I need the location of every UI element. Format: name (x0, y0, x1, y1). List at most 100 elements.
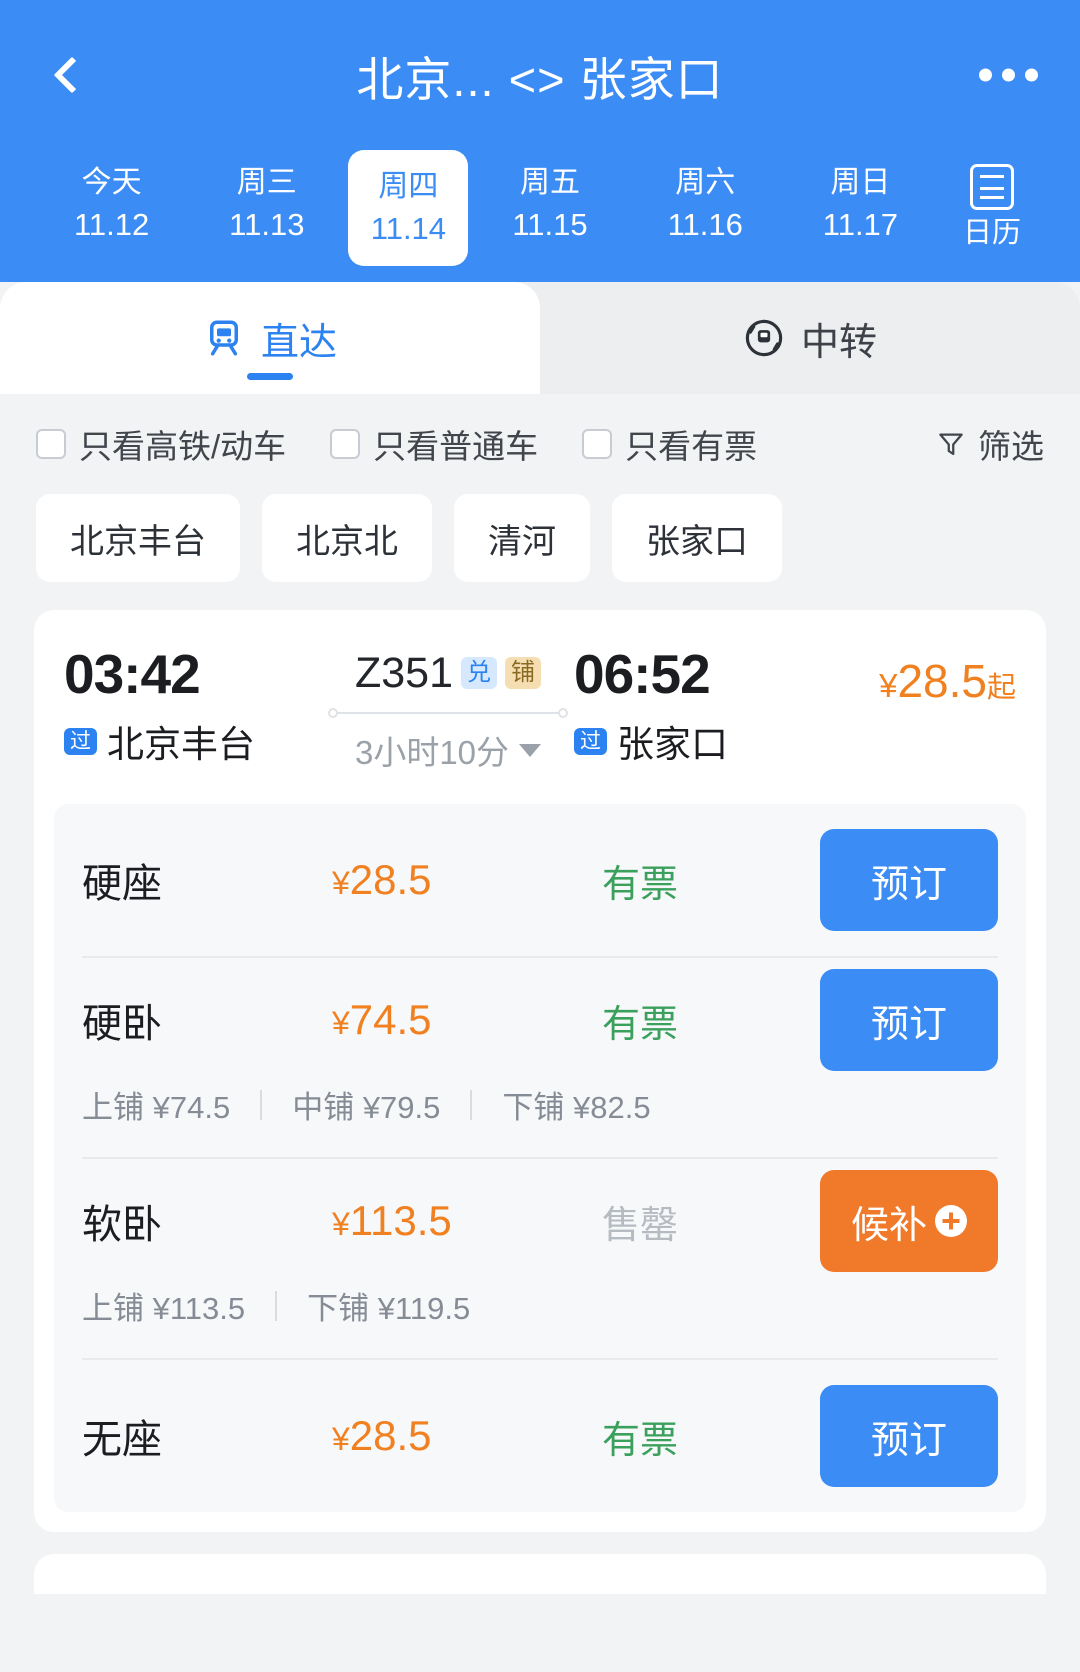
trip-type-tabs: 直达 中转 (0, 282, 1080, 394)
exchange-badge: 兑 (461, 657, 497, 689)
waitlist-button-softsleeper[interactable]: 候补 (820, 1170, 998, 1272)
results-sheet: 直达 中转 只看高铁/动车 只看普通车 只看有票 筛选 北京丰台 北京北 清河 … (0, 282, 1080, 1594)
date-tab-0[interactable]: 今天 11.12 (34, 150, 189, 246)
seat-price-value: 28.5 (349, 1412, 432, 1459)
seat-class-name: 无座 (82, 1418, 162, 1462)
berth-price-lower: 下铺 ¥119.5 (307, 1291, 471, 1326)
tab-transfer-label: 中转 (800, 321, 877, 364)
checkbox-available-only[interactable]: 只看有票 (582, 420, 757, 468)
station-chip-1[interactable]: 北京北 (262, 494, 432, 582)
date-weekday: 周四 (378, 170, 439, 203)
next-train-card-peek[interactable] (34, 1554, 1046, 1594)
book-button-hardseat[interactable]: 预订 (820, 829, 998, 931)
departure-time: 03:42 (64, 643, 201, 705)
checkbox-box (582, 429, 613, 459)
checkbox-high-speed-only[interactable]: 只看高铁/动车 (36, 420, 286, 468)
date-tab-1[interactable]: 周三 11.13 (189, 150, 344, 246)
checkbox-label: 只看普通车 (373, 428, 539, 465)
currency-symbol: ¥ (332, 1206, 350, 1242)
seat-price: ¥28.5 (332, 1412, 602, 1460)
pass-through-badge: 过 (574, 727, 607, 755)
berth-price-lower: 下铺 ¥82.5 (502, 1090, 651, 1125)
train-info-block: Z351 兑 铺 3小时10分 (322, 642, 574, 774)
book-button-label: 预订 (870, 863, 947, 906)
station-chip-0[interactable]: 北京丰台 (36, 494, 240, 582)
checkbox-label: 只看高铁/动车 (79, 428, 287, 465)
price-from-block: ¥28.5起 (832, 642, 1016, 708)
price-from-suffix: 起 (986, 672, 1016, 704)
date-selector: 今天 11.12 周三 11.13 周四 11.14 周五 11.15 周六 1… (0, 150, 1080, 290)
date-number: 11.12 (73, 207, 150, 242)
train-card[interactable]: 03:42 过 北京丰台 Z351 兑 铺 3小时10分 06:52 过 张家口… (34, 610, 1046, 1532)
seat-class-name: 硬卧 (82, 1002, 162, 1046)
checkbox-box (36, 429, 66, 459)
seat-status: 有票 (602, 1419, 679, 1462)
checkbox-box (330, 429, 361, 459)
book-button-noseat[interactable]: 预订 (820, 1385, 998, 1487)
tab-direct-label: 直达 (260, 321, 337, 364)
currency-symbol: ¥ (332, 1421, 350, 1457)
chevron-left-icon (53, 56, 91, 94)
waitlist-button-label: 候补 (850, 1204, 927, 1247)
currency-symbol: ¥ (332, 1005, 350, 1041)
funnel-icon (939, 433, 963, 456)
date-tab-5[interactable]: 周日 11.17 (783, 150, 938, 246)
tab-direct[interactable]: 直达 (0, 282, 540, 394)
filter-button-label: 筛选 (978, 428, 1044, 465)
date-tab-2-selected[interactable]: 周四 11.14 (348, 150, 469, 266)
seat-price-value: 28.5 (349, 856, 432, 903)
checkbox-regular-only[interactable]: 只看普通车 (330, 420, 538, 468)
station-chip-2[interactable]: 清河 (454, 494, 590, 582)
train-number: Z351 (354, 648, 453, 697)
calendar-button[interactable]: 日历 (938, 150, 1046, 250)
seat-price: ¥74.5 (332, 996, 602, 1044)
berth-badge: 铺 (505, 657, 541, 689)
berth-prices-softsleeper: 上铺 ¥113.5 下铺 ¥119.5 (82, 1283, 998, 1358)
train-icon (209, 320, 238, 356)
book-button-hardsleeper[interactable]: 预订 (820, 969, 998, 1071)
more-horizontal-icon (1025, 68, 1038, 82)
more-options-button[interactable] (979, 68, 1038, 82)
date-weekday: 周六 (675, 166, 736, 199)
tab-transfer[interactable]: 中转 (540, 282, 1080, 394)
page-header: 北京... <> 张家口 今天 11.12 周三 11.13 周四 11.14 … (0, 0, 1080, 290)
page-title: 北京... <> 张家口 (356, 52, 724, 106)
more-horizontal-icon (979, 68, 992, 82)
berth-price-upper: 上铺 ¥113.5 (82, 1291, 246, 1326)
berth-prices-hardsleeper: 上铺 ¥74.5 中铺 ¥79.5 下铺 ¥82.5 (82, 1082, 998, 1157)
price-from: ¥28.5起 (879, 655, 1016, 707)
seat-status: 售罄 (602, 1204, 679, 1247)
departure-station: 北京丰台 (107, 724, 255, 765)
date-number: 11.16 (667, 207, 743, 242)
berth-divider (260, 1089, 263, 1120)
departure-block: 03:42 过 北京丰台 (64, 642, 322, 768)
filter-row: 只看高铁/动车 只看普通车 只看有票 筛选 (0, 394, 1080, 486)
date-number: 11.17 (822, 207, 899, 242)
filter-button[interactable]: 筛选 (936, 420, 1044, 468)
seat-class-name: 硬座 (82, 862, 162, 906)
train-card-header: 03:42 过 北京丰台 Z351 兑 铺 3小时10分 06:52 过 张家口… (34, 636, 1046, 786)
date-tab-3[interactable]: 周五 11.15 (472, 150, 627, 246)
caret-down-icon (519, 743, 542, 757)
route-dot-end (558, 708, 568, 718)
berth-price-middle: 中铺 ¥79.5 (292, 1090, 441, 1125)
date-tab-4[interactable]: 周六 11.16 (628, 150, 783, 246)
currency-symbol: ¥ (879, 667, 898, 704)
station-chip-3[interactable]: 张家口 (612, 494, 782, 582)
seat-price: ¥113.5 (332, 1197, 602, 1245)
calendar-icon (970, 164, 1015, 210)
back-button[interactable] (40, 43, 104, 107)
more-horizontal-icon (1002, 68, 1015, 82)
station-chip-row: 北京丰台 北京北 清河 张家口 (0, 486, 1080, 604)
date-number: 11.14 (370, 211, 447, 246)
route-line (328, 706, 568, 720)
date-weekday: 今天 (81, 166, 142, 199)
book-button-label: 预订 (870, 1419, 947, 1462)
arrival-time: 06:52 (574, 643, 711, 705)
duration-toggle[interactable]: 3小时10分 (322, 726, 574, 774)
date-weekday: 周三 (236, 166, 297, 199)
seat-status: 有票 (602, 1003, 679, 1046)
price-from-value: 28.5 (897, 655, 987, 707)
transfer-icon (745, 319, 783, 357)
date-number: 11.15 (512, 207, 588, 242)
